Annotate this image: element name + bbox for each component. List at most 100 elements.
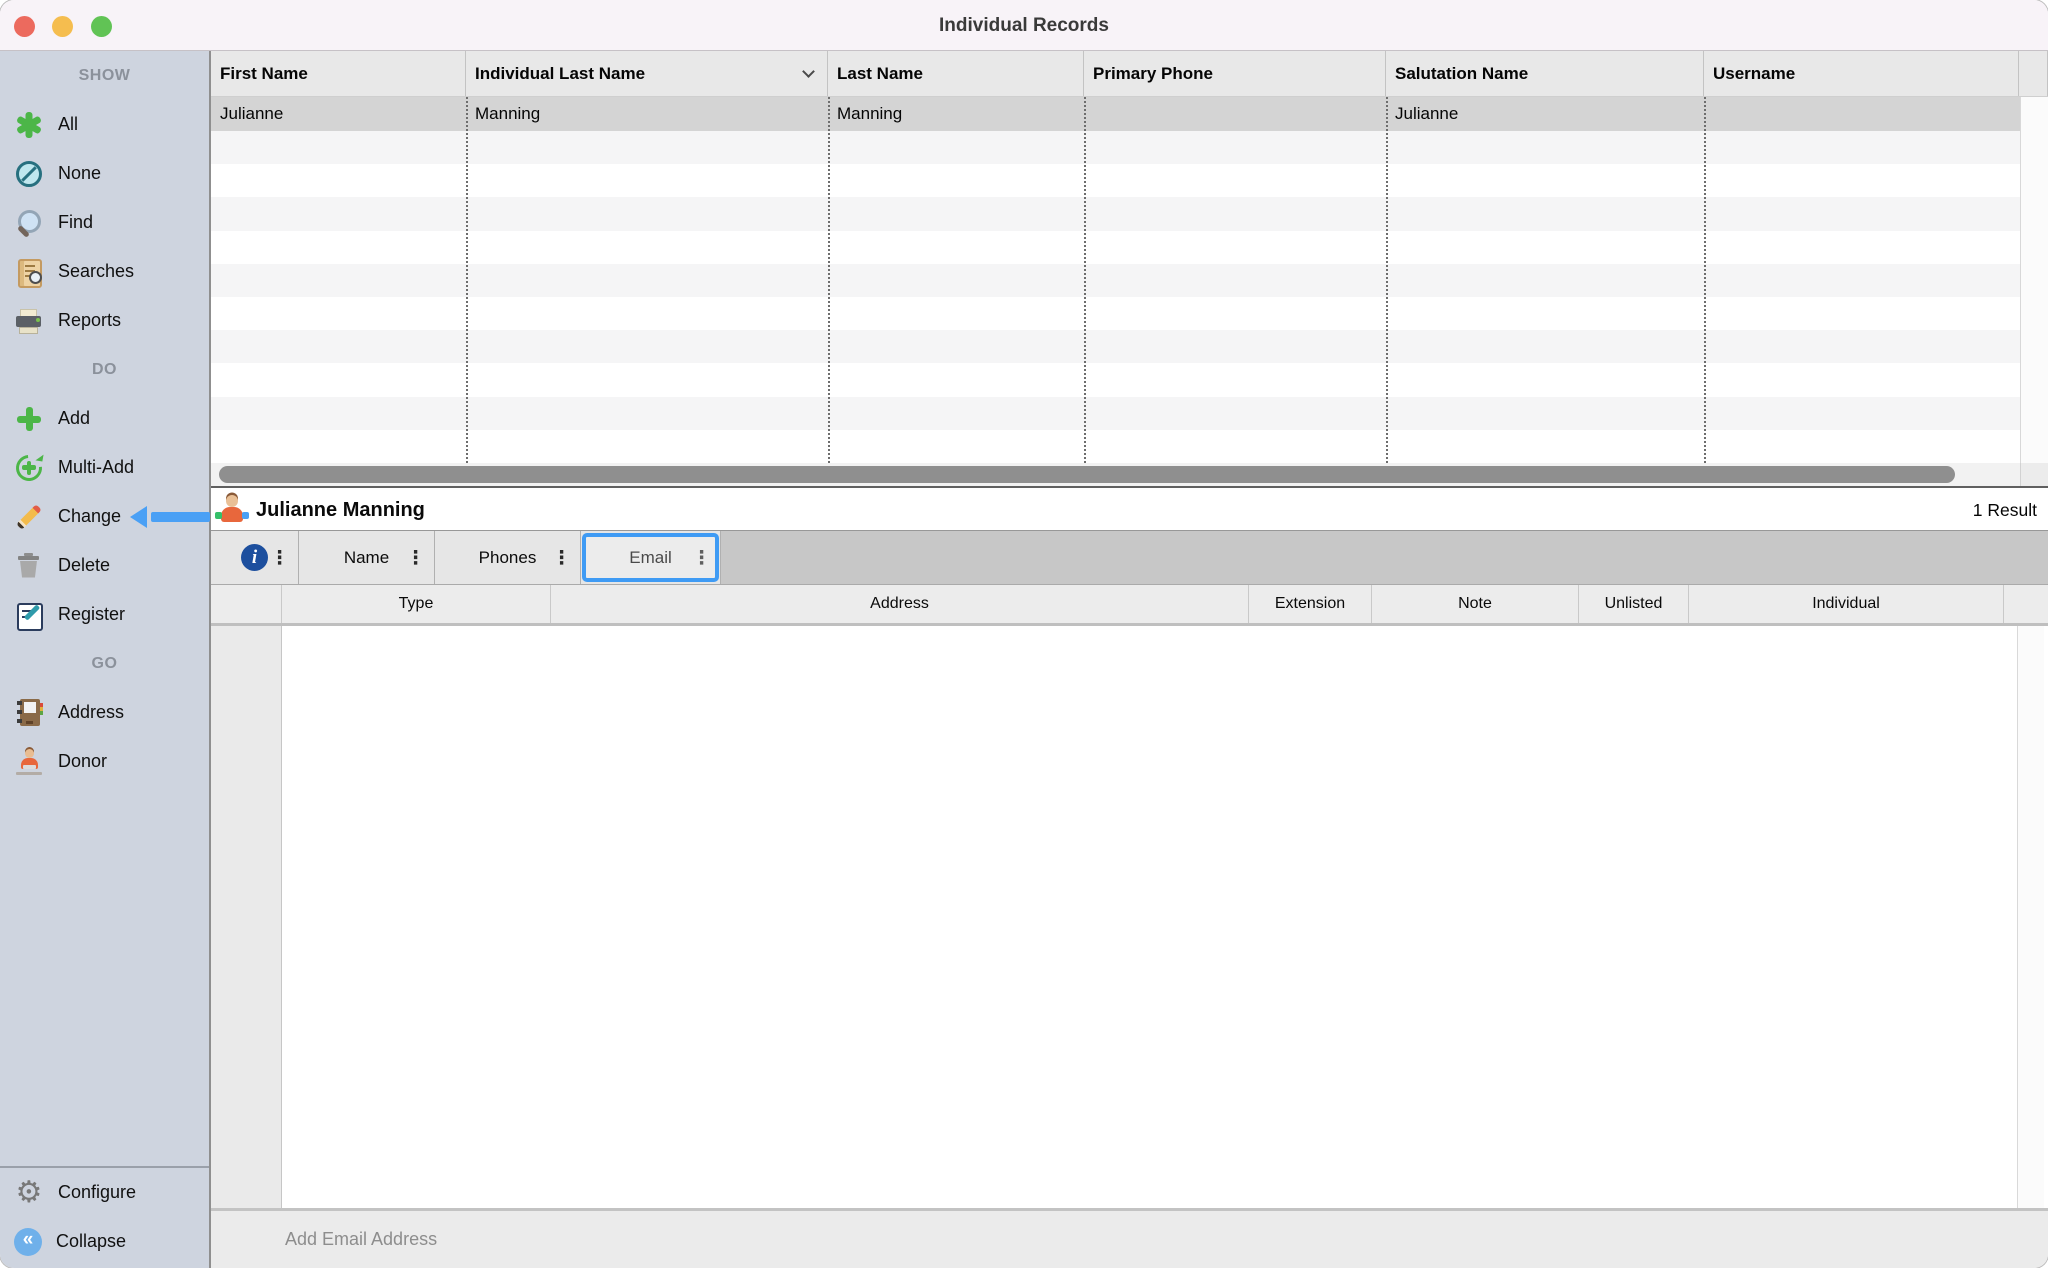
trash-icon bbox=[14, 551, 44, 581]
sidebar-item-label: All bbox=[58, 114, 78, 135]
chevron-down-icon bbox=[802, 65, 815, 78]
sidebar-item-label: Collapse bbox=[56, 1231, 126, 1252]
sidebar-item-address[interactable]: Address bbox=[0, 688, 209, 737]
email-table-body[interactable] bbox=[283, 626, 2017, 1208]
plus-icon bbox=[14, 404, 44, 434]
annotation-arrow-icon bbox=[130, 505, 210, 529]
table-cell: Julianne bbox=[1386, 97, 1704, 131]
sidebar-item-register[interactable]: Register bbox=[0, 590, 209, 639]
add-email-bar: Add Email Address bbox=[211, 1211, 2048, 1268]
email-column-header-extension[interactable]: Extension bbox=[1249, 585, 1372, 623]
column-separator bbox=[828, 97, 830, 463]
app-window: Individual Records SHOWAllNoneFindSearch… bbox=[0, 0, 2048, 1268]
column-header-label: Primary Phone bbox=[1093, 64, 1213, 84]
sidebar-item-reports[interactable]: Reports bbox=[0, 296, 209, 345]
column-header-individual-last-name[interactable]: Individual Last Name bbox=[466, 51, 828, 96]
sidebar-item-label: Register bbox=[58, 604, 125, 625]
kebab-menu-icon[interactable]: ⋮ bbox=[270, 547, 289, 569]
column-header-username[interactable]: Username bbox=[1704, 51, 2019, 96]
column-header-label: Last Name bbox=[837, 64, 923, 84]
table-row-empty[interactable] bbox=[211, 297, 2020, 330]
sidebar-item-configure[interactable]: ⚙ Configure bbox=[0, 1168, 209, 1217]
sidebar-item-find[interactable]: Find bbox=[0, 198, 209, 247]
table-row-empty[interactable] bbox=[211, 164, 2020, 197]
email-column-header-address[interactable]: Address bbox=[551, 585, 1249, 623]
tab-name[interactable]: Name⋮ bbox=[299, 531, 435, 584]
table-cell: Julianne bbox=[211, 97, 466, 131]
email-table-gutter bbox=[211, 626, 282, 1208]
email-column-header-spacer bbox=[2004, 585, 2048, 623]
email-column-header-note[interactable]: Note bbox=[1372, 585, 1579, 623]
table-row-empty[interactable] bbox=[211, 330, 2020, 363]
table-row-empty[interactable] bbox=[211, 264, 2020, 297]
records-horizontal-scrollbar[interactable] bbox=[211, 463, 2048, 488]
sidebar-item-searches[interactable]: Searches bbox=[0, 247, 209, 296]
result-count: 1 Result bbox=[1973, 490, 2037, 530]
info-icon: i bbox=[241, 544, 268, 571]
add-email-address-button[interactable]: Add Email Address bbox=[285, 1229, 437, 1250]
sidebar-item-all[interactable]: All bbox=[0, 100, 209, 149]
sidebar-item-add[interactable]: Add bbox=[0, 394, 209, 443]
column-header-primary-phone[interactable]: Primary Phone bbox=[1084, 51, 1386, 96]
column-header-salutation-name[interactable]: Salutation Name bbox=[1386, 51, 1704, 96]
table-row-empty[interactable] bbox=[211, 397, 2020, 430]
tab-phones[interactable]: Phones⋮ bbox=[435, 531, 581, 584]
no-entry-icon bbox=[14, 159, 44, 189]
email-column-header-spacer bbox=[211, 585, 282, 623]
records-vertical-scrollbar[interactable] bbox=[2020, 97, 2048, 463]
sidebar-item-collapse[interactable]: « Collapse bbox=[0, 1217, 209, 1266]
records-table-header: First Name Individual Last Name Last Name P… bbox=[211, 51, 2048, 97]
column-header-last-name[interactable]: Last Name bbox=[828, 51, 1084, 96]
sidebar-item-delete[interactable]: Delete bbox=[0, 541, 209, 590]
horizontal-scrollbar-thumb[interactable] bbox=[219, 466, 1955, 483]
gear-icon: ⚙ bbox=[14, 1178, 44, 1208]
email-column-header-unlisted[interactable]: Unlisted bbox=[1579, 585, 1689, 623]
tab-email[interactable]: Email ⋮ bbox=[581, 531, 721, 584]
sidebar-item-label: Address bbox=[58, 702, 124, 723]
address-book-icon bbox=[14, 698, 44, 728]
multi-add-icon bbox=[14, 453, 44, 483]
sidebar-item-label: Change bbox=[58, 506, 121, 527]
column-header-label: Individual Last Name bbox=[475, 64, 645, 84]
sidebar-item-label: Multi-Add bbox=[58, 457, 134, 478]
table-row-empty[interactable] bbox=[211, 430, 2020, 463]
email-column-header-type[interactable]: Type bbox=[282, 585, 551, 623]
selected-record-bar: Julianne Manning 1 Result bbox=[211, 490, 2048, 530]
sidebar-item-multi-add[interactable]: Multi-Add bbox=[0, 443, 209, 492]
records-table-body[interactable]: JulianneManningManningJulianne bbox=[211, 97, 2020, 463]
sidebar-item-change[interactable]: Change bbox=[0, 492, 209, 541]
table-cell bbox=[1704, 97, 2019, 131]
column-separator bbox=[466, 97, 468, 463]
email-vertical-scrollbar[interactable] bbox=[2017, 626, 2044, 1208]
tab-record-info[interactable]: i⋮ bbox=[211, 531, 299, 584]
column-separator bbox=[1386, 97, 1388, 463]
detail-tab-bar: i⋮Name⋮Phones⋮Email⋮ bbox=[211, 530, 2048, 585]
tab-label: Email bbox=[629, 548, 672, 568]
table-cell: Manning bbox=[466, 97, 828, 131]
kebab-menu-icon[interactable]: ⋮ bbox=[406, 547, 425, 569]
sidebar-item-label: Configure bbox=[58, 1182, 136, 1203]
column-header-label: Salutation Name bbox=[1395, 64, 1528, 84]
kebab-menu-icon[interactable]: ⋮ bbox=[552, 547, 571, 569]
table-row-empty[interactable] bbox=[211, 231, 2020, 264]
table-row-empty[interactable] bbox=[211, 197, 2020, 230]
title-bar: Individual Records bbox=[0, 0, 2048, 51]
collapse-icon: « bbox=[14, 1228, 42, 1256]
sidebar-item-none[interactable]: None bbox=[0, 149, 209, 198]
asterisk-icon bbox=[14, 110, 44, 140]
column-header-first-name[interactable]: First Name bbox=[211, 51, 466, 96]
sidebar-item-label: None bbox=[58, 163, 101, 184]
printer-icon bbox=[14, 306, 44, 336]
table-row-empty[interactable] bbox=[211, 363, 2020, 396]
table-row-empty[interactable] bbox=[211, 131, 2020, 164]
sidebar: SHOWAllNoneFindSearchesReportsDOAddMulti… bbox=[0, 51, 211, 1268]
magnifier-icon bbox=[14, 208, 44, 238]
sidebar-item-label: Searches bbox=[58, 261, 134, 282]
kebab-menu-icon[interactable]: ⋮ bbox=[692, 547, 711, 569]
email-column-header-individual[interactable]: Individual bbox=[1689, 585, 2004, 623]
table-cell: Manning bbox=[828, 97, 1084, 131]
sidebar-item-donor[interactable]: Donor bbox=[0, 737, 209, 786]
table-row-selected[interactable]: JulianneManningManningJulianne bbox=[211, 97, 2020, 131]
column-header-spacer bbox=[2019, 51, 2048, 96]
column-header-label: First Name bbox=[220, 64, 308, 84]
